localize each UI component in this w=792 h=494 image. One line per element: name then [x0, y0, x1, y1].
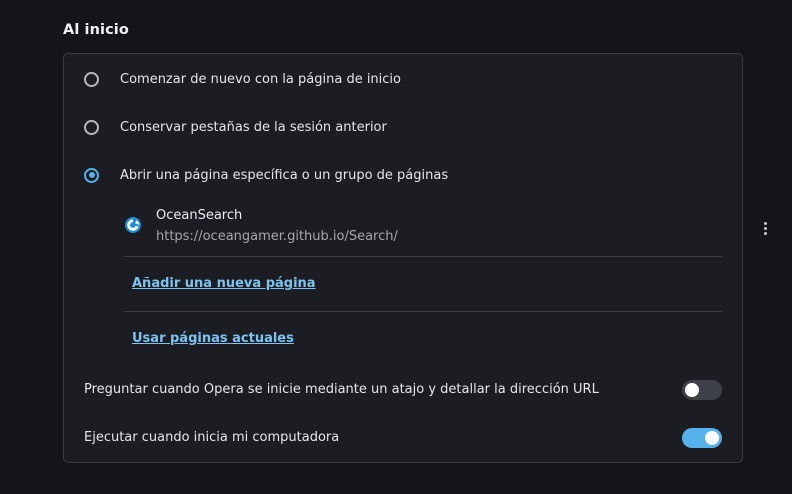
- section-title: Al inicio: [63, 22, 129, 38]
- toggle-knob: [685, 383, 699, 397]
- add-new-page-link[interactable]: Añadir una nueva página: [132, 276, 316, 291]
- more-options-icon[interactable]: [752, 215, 778, 241]
- radio-option-restore-tabs[interactable]: Conservar pestañas de la sesión anterior: [64, 112, 742, 142]
- setting-label: Preguntar cuando Opera se inicie mediant…: [84, 382, 599, 397]
- radio-button[interactable]: [84, 71, 99, 87]
- settings-page: Al inicio Comenzar de nuevo con la págin…: [0, 0, 792, 494]
- radio-option-start-fresh[interactable]: Comenzar de nuevo con la página de inici…: [64, 64, 742, 94]
- toggle-knob: [705, 431, 719, 445]
- setting-label: Ejecutar cuando inicia mi computadora: [84, 430, 340, 445]
- oceansearch-logo-icon: [124, 216, 142, 234]
- startup-page-name: OceanSearch: [156, 208, 243, 223]
- radio-button[interactable]: [84, 119, 99, 135]
- radio-option-label: Abrir una página específica o un grupo d…: [120, 167, 449, 183]
- divider: [124, 311, 722, 312]
- radio-button-selected[interactable]: [84, 167, 99, 183]
- startup-settings-card: Comenzar de nuevo con la página de inici…: [63, 53, 767, 463]
- divider: [124, 256, 722, 257]
- setting-run-on-startup: Ejecutar cuando inicia mi computadora: [64, 423, 742, 453]
- radio-option-label: Comenzar de nuevo con la página de inici…: [120, 71, 401, 87]
- startup-page-url: https://oceangamer.github.io/Search/: [156, 229, 398, 244]
- startup-page-entry: OceanSearch https://oceangamer.github.io…: [124, 202, 767, 256]
- use-current-pages-link[interactable]: Usar páginas actuales: [132, 331, 294, 346]
- run-on-startup-toggle[interactable]: [682, 428, 722, 448]
- ask-on-shortcut-toggle[interactable]: [682, 380, 722, 400]
- radio-option-specific-pages[interactable]: Abrir una página específica o un grupo d…: [64, 160, 742, 190]
- setting-ask-on-shortcut: Preguntar cuando Opera se inicie mediant…: [64, 375, 742, 405]
- radio-option-label: Conservar pestañas de la sesión anterior: [120, 119, 387, 135]
